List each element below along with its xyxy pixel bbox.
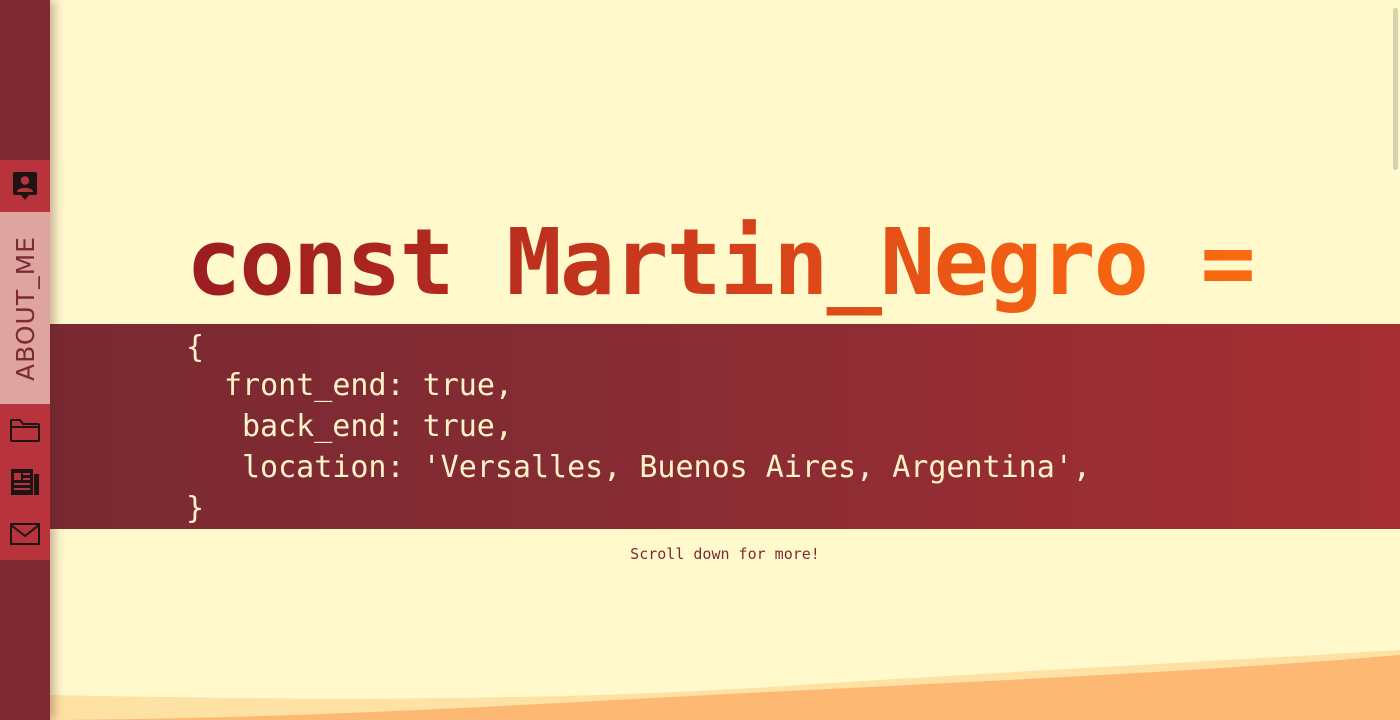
sidebar-item-about-label: ABOUT_ME xyxy=(10,235,40,381)
decorative-wave xyxy=(50,650,1400,720)
folder-icon xyxy=(9,417,41,443)
scroll-hint: Scroll down for more! xyxy=(630,545,820,563)
sidebar-nav: ABOUT_ME xyxy=(0,0,50,720)
scrollbar-thumb[interactable] xyxy=(1393,8,1398,170)
main-content: const Martin_Negro = { front_end: true, … xyxy=(50,0,1400,720)
sidebar-item-profile[interactable] xyxy=(0,160,50,212)
newspaper-icon xyxy=(10,468,40,496)
code-line-front-end: front_end: true, xyxy=(224,368,513,403)
code-line-open-brace: { xyxy=(186,330,205,365)
sidebar-item-projects[interactable] xyxy=(0,404,50,456)
sidebar-item-about[interactable]: ABOUT_ME xyxy=(0,212,50,404)
code-line-back-end: back_end: true, xyxy=(242,409,513,444)
sidebar-item-articles[interactable] xyxy=(0,456,50,508)
code-line-close-brace: } xyxy=(186,491,205,526)
mail-icon xyxy=(10,523,40,545)
code-block: { front_end: true, back_end: true, locat… xyxy=(50,324,1400,529)
profile-icon xyxy=(12,171,38,201)
sidebar-item-contact[interactable] xyxy=(0,508,50,560)
page-scrollbar[interactable] xyxy=(1392,0,1400,720)
code-line-location: location: 'Versalles, Buenos Aires, Arge… xyxy=(242,450,1091,485)
hero-headline: const Martin_Negro = xyxy=(186,209,1256,316)
